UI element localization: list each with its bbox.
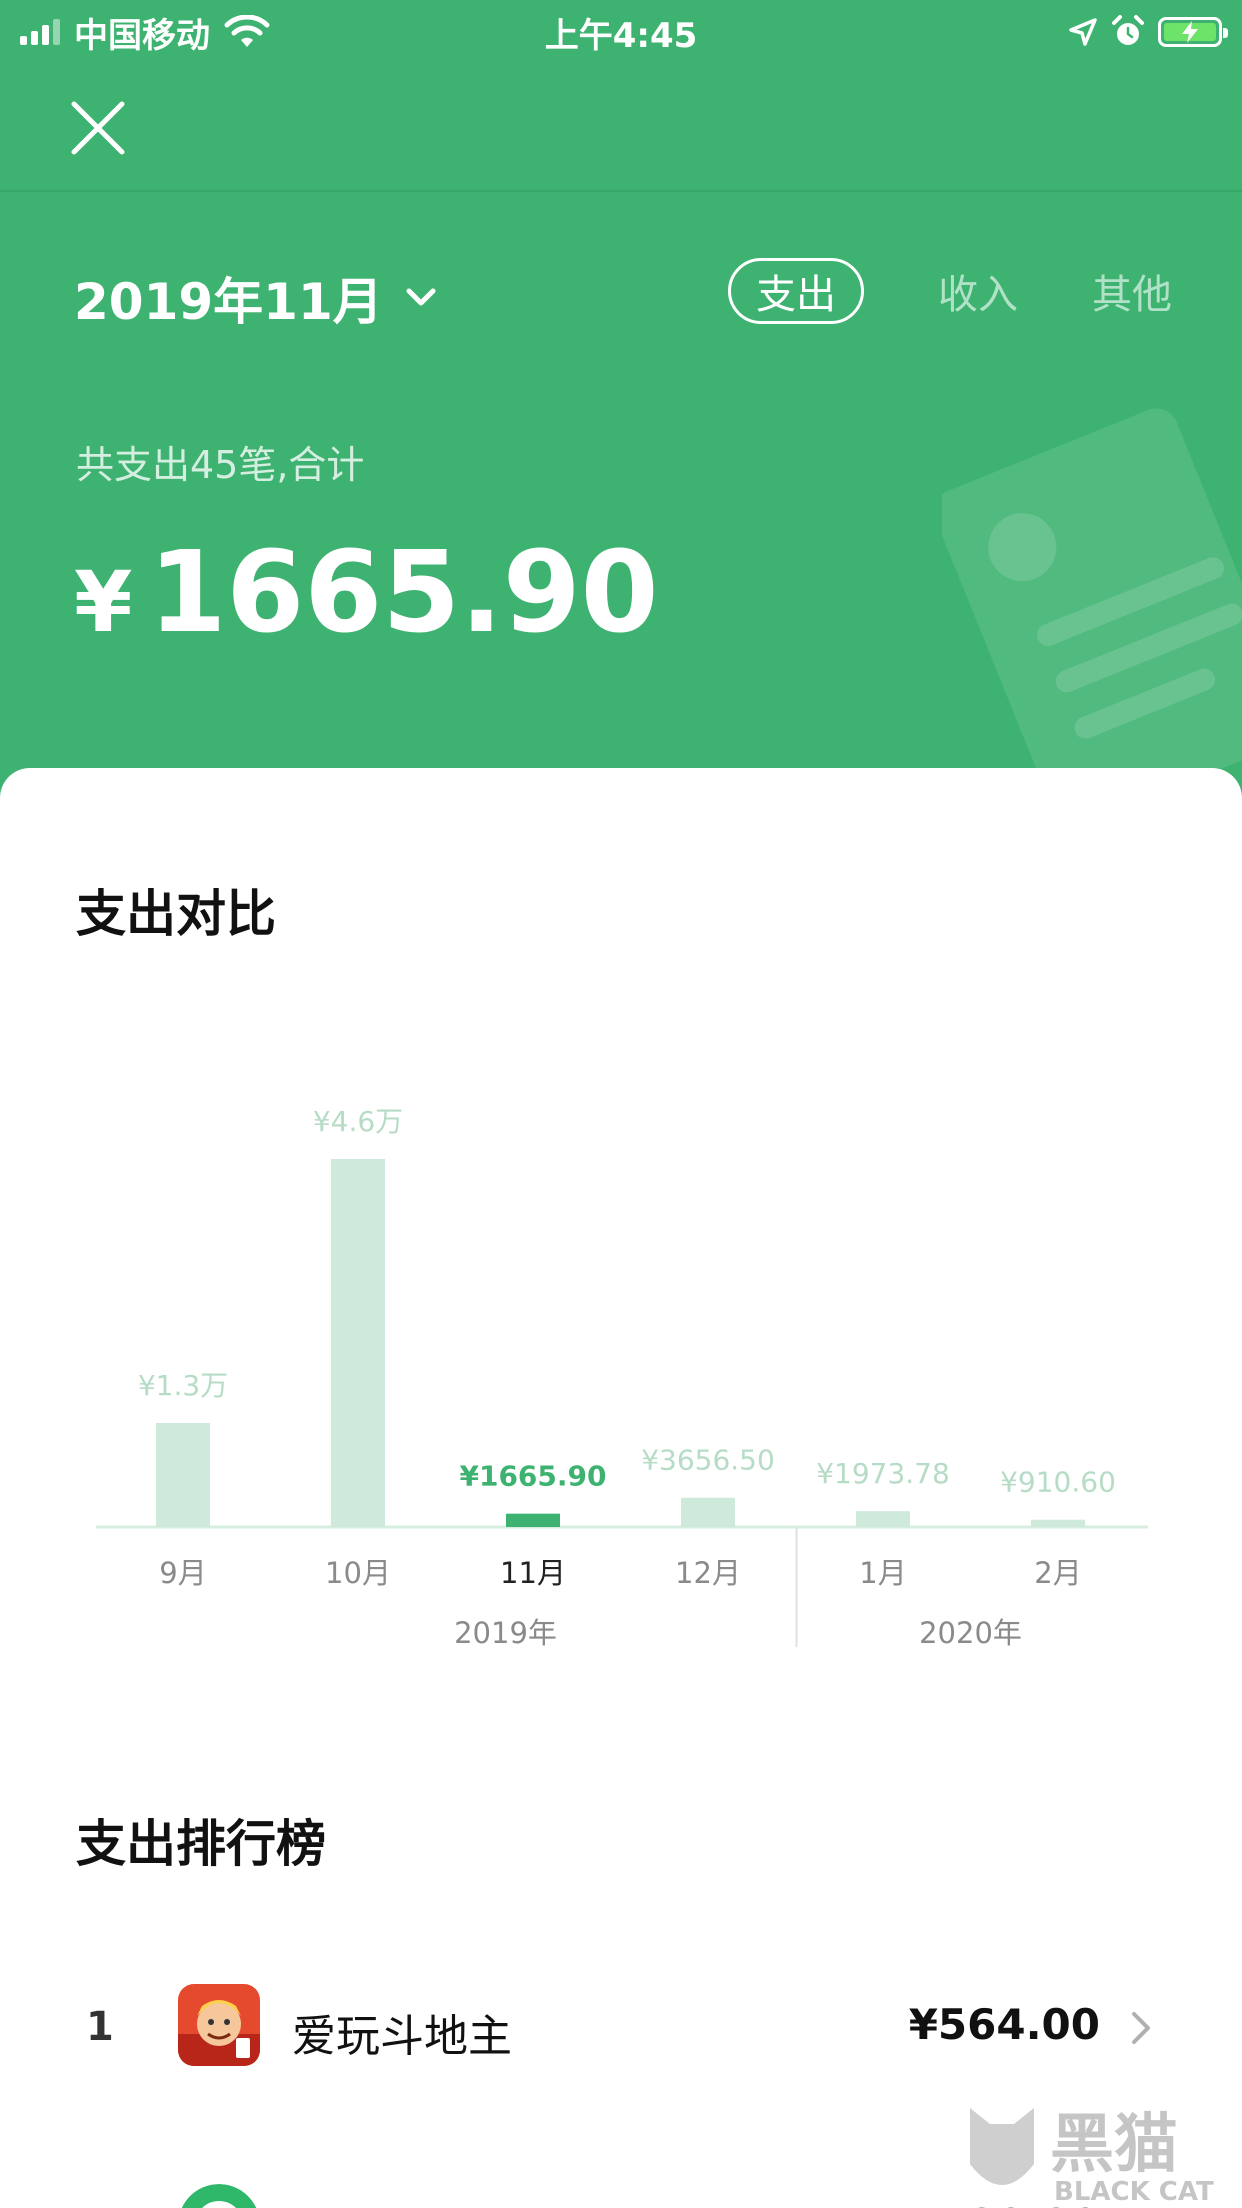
year-label: 2019年 xyxy=(454,1616,557,1650)
tab-other[interactable]: 其他 xyxy=(1092,262,1172,320)
month-tick-label: 10月 xyxy=(325,1556,391,1590)
merchant-amount: ¥564.00 xyxy=(908,2000,1100,2049)
month-tick-label: 2月 xyxy=(1034,1556,1081,1590)
month-label: 2019年11月 xyxy=(74,273,383,331)
total-value: 1665.90 xyxy=(148,528,659,658)
tab-income[interactable]: 收入 xyxy=(938,262,1018,320)
merchant-name: 爱玩斗地主 xyxy=(292,2011,512,2062)
ranking-title: 支出排行榜 xyxy=(76,1815,326,1873)
location-arrow-icon xyxy=(1069,18,1097,46)
month-picker[interactable]: 2019年11月 xyxy=(74,262,441,334)
bar-value-label: ¥1973.78 xyxy=(816,1457,950,1490)
watermark-logo: 黑猫 BLACK CAT xyxy=(970,2108,1214,2207)
summary-label: 共支出45笔,合计 xyxy=(76,443,365,487)
bill-illustration-icon xyxy=(942,408,1242,800)
month-tick-label: 9月 xyxy=(159,1556,206,1590)
close-icon[interactable] xyxy=(66,96,130,160)
currency-symbol: ¥ xyxy=(74,553,133,651)
year-label: 2020年 xyxy=(919,1616,1022,1650)
rank-number: 1 xyxy=(86,2004,114,2050)
ranking-item[interactable]: 1 爱玩斗地主 ¥564.00 xyxy=(0,1966,1242,2096)
bar-value-label: ¥1.3万 xyxy=(138,1369,228,1402)
chart-bar[interactable] xyxy=(331,1159,385,1527)
bar-value-label: ¥3656.50 xyxy=(641,1444,775,1477)
game-app-icon xyxy=(178,1984,260,2066)
bar-value-label: ¥910.60 xyxy=(1000,1466,1116,1499)
merchant-name: 转账 xyxy=(292,2200,380,2208)
month-tick-label: 1月 xyxy=(859,1556,906,1590)
month-tick-label: 12月 xyxy=(675,1556,741,1590)
chart-bar[interactable] xyxy=(506,1513,560,1527)
chevron-down-icon xyxy=(406,288,436,306)
bar-value-label: ¥1665.90 xyxy=(459,1460,606,1493)
month-tick-label: 11月 xyxy=(500,1556,566,1590)
header: 中国移动 上午4:45 2019年11月 支出 收入 其他 共支出45笔,合计 … xyxy=(0,0,1242,800)
total-amount: ¥ 1665.90 xyxy=(74,528,659,658)
chevron-right-icon xyxy=(1132,2012,1150,2044)
expense-comparison-chart: ¥1.3万 9月 ¥4.6万 10月 ¥1665.90 11月 ¥3656.50 12月 ¥19… xyxy=(96,1105,1148,1650)
chart-bar[interactable] xyxy=(1031,1519,1085,1527)
bar-value-label: ¥4.6万 xyxy=(313,1105,403,1138)
content-card: 支出对比 ¥1.3万 9月 ¥4.6万 10月 ¥1665.90 11月 ¥3656.50 1… xyxy=(0,768,1242,2208)
chart-bar[interactable] xyxy=(856,1511,910,1527)
status-time: 上午4:45 xyxy=(544,16,698,56)
battery-icon xyxy=(1158,17,1228,47)
nav-divider xyxy=(0,190,1242,192)
type-tabs: 支出 收入 其他 xyxy=(728,258,1172,324)
chart-bar[interactable] xyxy=(681,1497,735,1527)
transfer-icon xyxy=(178,2184,260,2208)
svg-text:黑猫: 黑猫 xyxy=(1050,2108,1178,2182)
status-bar: 中国移动 上午4:45 xyxy=(0,0,1242,62)
rank-number: 2 xyxy=(86,2204,114,2208)
alarm-icon xyxy=(1112,15,1144,45)
chart-bar[interactable] xyxy=(156,1423,210,1527)
tab-expense[interactable]: 支出 xyxy=(728,258,864,324)
svg-text:BLACK CAT: BLACK CAT xyxy=(1054,2177,1214,2207)
